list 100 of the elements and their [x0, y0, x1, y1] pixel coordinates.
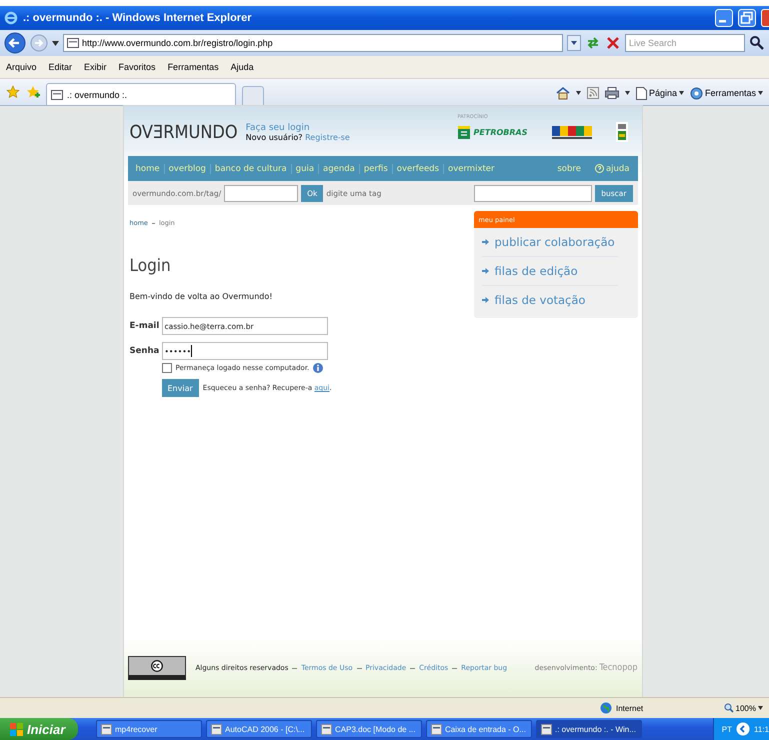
close-button[interactable] [761, 9, 769, 27]
taskbar-label: mp4recover [115, 724, 158, 734]
sponsor-logo-drawing [552, 124, 592, 140]
developer-name: Tecnopop [599, 663, 638, 673]
nav-link[interactable]: sobre [553, 164, 585, 174]
menu-item[interactable]: Exibir [84, 62, 107, 72]
security-zone: Internet [616, 704, 644, 712]
search-input[interactable] [474, 184, 592, 202]
menu-item[interactable]: Ajuda [230, 62, 254, 72]
zoom-control[interactable]: 100% [724, 703, 769, 713]
command-label: Página [648, 88, 677, 98]
nav-link[interactable]: overmixter [443, 164, 499, 174]
globe-icon [600, 702, 612, 714]
panel-link[interactable]: filas de edição [494, 264, 578, 278]
print-icon[interactable] [604, 87, 619, 99]
language-indicator: PT [722, 724, 732, 734]
home-icon[interactable] [556, 86, 570, 100]
command-button[interactable]: Página [636, 86, 684, 100]
app-icon [541, 724, 552, 734]
dropdown-icon [678, 91, 684, 95]
menu-item[interactable]: Arquivo [6, 62, 37, 72]
command-button[interactable]: Ferramentas [690, 86, 763, 100]
taskbar-button[interactable]: .: overmundo :. - Win... [536, 720, 642, 738]
petrobras-emblem-icon [458, 126, 470, 138]
taskbar-label: AutoCAD 2006 - [C:\... [225, 724, 305, 734]
sponsor-name: PETROBRAS [474, 128, 528, 136]
welcome-text: Bem-vindo de volta ao Overmundo! [130, 292, 274, 301]
taskbar-label: Caixa de entrada - O... [445, 724, 526, 734]
arrow-icon [482, 268, 488, 274]
menu-item[interactable]: Favoritos [118, 62, 156, 72]
field-label: E-mail [130, 321, 160, 331]
menu-item[interactable]: Editar [48, 62, 72, 72]
app-icon [321, 724, 332, 734]
nav-link[interactable]: agenda [318, 164, 359, 174]
search-icon[interactable] [749, 35, 765, 51]
tab-label: .: overmundo :. [67, 90, 128, 100]
stop-icon[interactable] [605, 35, 621, 51]
clock: 11:1 [754, 724, 769, 734]
url-text: http://www.overmundo.com.br/registro/login.php [82, 38, 273, 48]
taskbar-button[interactable]: mp4recover [96, 720, 202, 738]
taskbar-button[interactable]: AutoCAD 2006 - [C:\... [206, 720, 312, 738]
panel-link[interactable]: filas de votação [494, 293, 586, 307]
search-field[interactable]: Live Search [625, 34, 745, 52]
nav-link[interactable]: overfeeds [392, 164, 443, 174]
gear-icon [690, 86, 703, 100]
taskbar-button[interactable]: CAP3.doc [Modo de ... [316, 720, 422, 738]
star-icon[interactable] [6, 85, 20, 99]
start-button[interactable]: Iniciar [0, 718, 78, 740]
page-icon [51, 90, 63, 100]
field-label: Senha [130, 346, 160, 356]
submit-button[interactable]: Enviar [162, 379, 199, 397]
search-placeholder: Live Search [629, 38, 677, 48]
browser-tab[interactable]: .: overmundo :. [46, 83, 236, 105]
command-label: Ferramentas [704, 88, 756, 98]
maximize-icon[interactable] [738, 9, 756, 27]
dropdown-icon[interactable] [576, 91, 581, 95]
dropdown-icon [758, 91, 763, 95]
nav-link[interactable]: ajuda [590, 164, 634, 174]
nav-link[interactable]: banco de cultura [210, 164, 291, 174]
tag-input[interactable] [224, 184, 298, 202]
new-user-text: Novo usuário? [246, 133, 303, 142]
menu-item[interactable]: Ferramentas [168, 62, 219, 72]
page-heading: Login [130, 256, 172, 276]
minimize-icon[interactable] [715, 9, 733, 27]
site-logo: OVƎRMUNDO [130, 122, 238, 143]
nav-link[interactable]: guia [290, 164, 318, 174]
page-icon [67, 38, 79, 48]
checkbox[interactable] [162, 363, 172, 373]
dropdown-icon [758, 706, 763, 710]
panel-link[interactable]: publicar colaboração [494, 235, 615, 249]
app-icon [211, 724, 222, 734]
page-icon [636, 86, 647, 100]
back-icon[interactable] [4, 32, 26, 54]
app-icon [101, 724, 112, 734]
arrow-icon [482, 239, 488, 245]
add-favorite-icon[interactable] [26, 85, 40, 99]
dropdown-icon[interactable] [567, 35, 581, 51]
arrow-icon [482, 297, 488, 303]
creative-commons-icon [150, 660, 162, 672]
zoom-icon [724, 703, 734, 713]
info-icon[interactable] [313, 363, 324, 373]
help-icon [594, 164, 604, 173]
feed-icon[interactable] [586, 87, 599, 99]
nav-link[interactable]: perfis [358, 164, 392, 174]
app-icon [431, 724, 442, 734]
window-title: .: overmundo :. - Windows Internet Explorer [23, 12, 252, 24]
emblem-drawing [616, 122, 628, 142]
register-link[interactable]: Registre-se [305, 133, 350, 142]
taskbar-label: .: overmundo :. - Win... [555, 724, 636, 734]
zoom-level: 100% [736, 704, 756, 712]
dropdown-icon[interactable] [624, 91, 630, 95]
dropdown-icon[interactable] [52, 40, 59, 46]
nav-link[interactable]: home [132, 164, 164, 174]
browser-logo-icon [4, 11, 18, 25]
windows-logo-icon [10, 722, 23, 736]
login-link[interactable]: Faça seu login [246, 124, 350, 133]
nav-link[interactable]: overblog [164, 164, 210, 174]
taskbar-label: CAP3.doc [Modo de ... [335, 724, 416, 734]
address-field[interactable]: http://www.overmundo.com.br/registro/login.php [63, 34, 563, 52]
taskbar-button[interactable]: Caixa de entrada - O... [426, 720, 532, 738]
